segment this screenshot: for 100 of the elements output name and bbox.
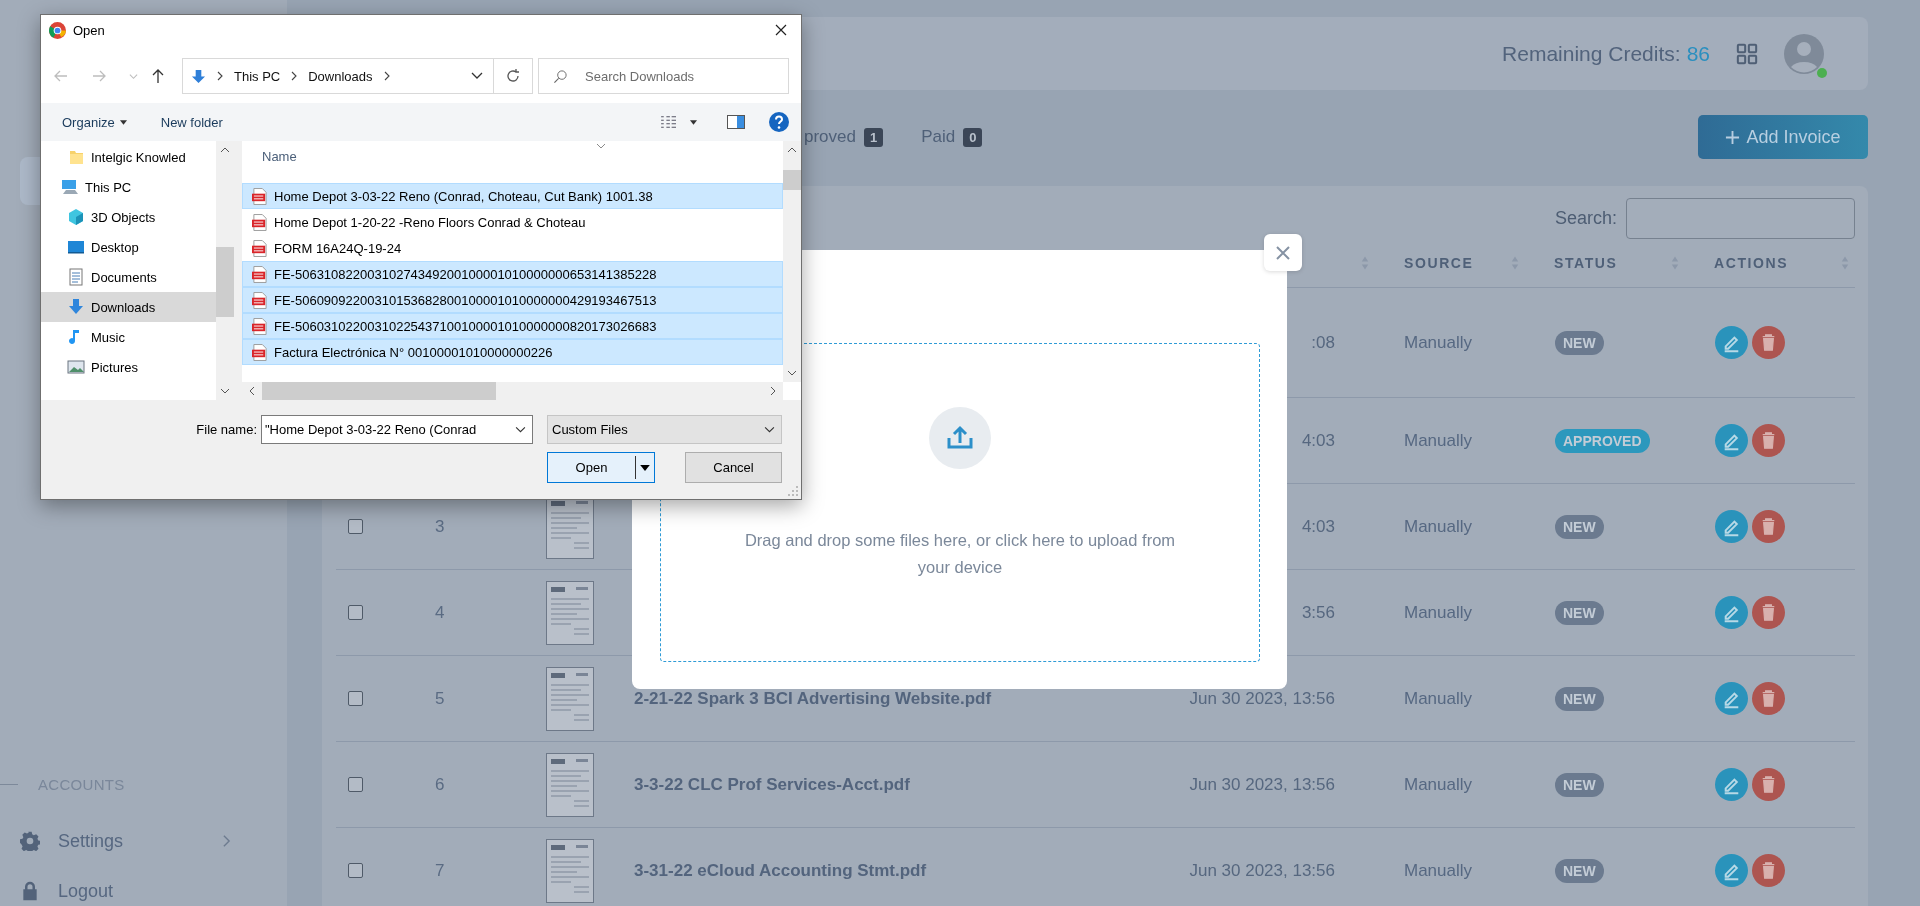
date-cell: :08 <box>1311 332 1335 352</box>
scroll-up-icon[interactable] <box>220 147 230 153</box>
breadcrumb[interactable]: Downloads <box>308 68 373 84</box>
edit-button[interactable] <box>1715 326 1748 359</box>
edit-button[interactable] <box>1715 424 1748 457</box>
open-button[interactable]: Open <box>547 452 655 483</box>
folder-tree-item[interactable]: Documents <box>41 262 216 292</box>
delete-button[interactable] <box>1752 596 1785 629</box>
folder-tree-item[interactable]: Intelgic Knowled <box>41 142 216 172</box>
date-cell: 4:03 <box>1301 516 1335 536</box>
new-folder-button[interactable]: New folder <box>160 114 223 130</box>
status-badge: NEW <box>1555 686 1604 711</box>
search-field[interactable]: Search Downloads <box>538 58 789 94</box>
file-type-dropdown[interactable]: Custom Files <box>547 415 782 444</box>
source-cell: Manually <box>1404 602 1473 622</box>
breadcrumb[interactable]: This PC <box>234 68 281 84</box>
user-avatar-icon[interactable] <box>1784 33 1824 74</box>
close-icon <box>1276 245 1290 260</box>
scroll-up-icon[interactable] <box>787 147 797 153</box>
delete-button[interactable] <box>1752 510 1785 543</box>
chevron-right-icon[interactable] <box>216 71 224 81</box>
edit-button[interactable] <box>1715 510 1748 543</box>
cancel-button[interactable]: Cancel <box>685 452 782 483</box>
folder-tree-item[interactable]: Desktop <box>41 232 216 262</box>
back-arrow-icon[interactable] <box>53 68 69 84</box>
scrollbar[interactable] <box>783 141 801 382</box>
row-checkbox[interactable] <box>348 605 363 620</box>
column-header[interactable]: Name <box>262 148 297 164</box>
row-number: 4 <box>435 602 445 622</box>
file-row[interactable]: Home Depot 3-03-22 Reno (Conrad, Choteau, Cut Bank) 1001.38 <box>242 183 783 209</box>
close-icon[interactable] <box>775 24 787 36</box>
search-field[interactable] <box>1626 198 1855 239</box>
folder-tree-item[interactable]: Pictures <box>41 352 216 382</box>
preview-pane-icon[interactable] <box>727 115 745 129</box>
folder-tree-item[interactable]: Music <box>41 322 216 352</box>
close-button[interactable] <box>1264 234 1302 271</box>
credits-label: Remaining Credits: <box>1502 41 1681 66</box>
row-checkbox[interactable] <box>348 691 363 706</box>
scrollbar-thumb[interactable] <box>216 247 234 317</box>
chevron-right-icon[interactable] <box>290 71 299 81</box>
edit-button[interactable] <box>1715 682 1748 715</box>
row-checkbox[interactable] <box>348 777 363 792</box>
chevron-down-icon <box>515 426 526 433</box>
scroll-down-icon[interactable] <box>787 370 797 376</box>
folder-tree-item[interactable]: This PC <box>41 172 216 202</box>
refresh-icon[interactable] <box>505 68 521 84</box>
file-row[interactable]: FORM 16A24Q-19-24 <box>242 235 783 261</box>
row-number: 5 <box>435 688 445 708</box>
organize-menu[interactable]: Organize <box>62 114 127 130</box>
file-row[interactable]: FE-50603102200310225437100100001010000000820173026683 <box>242 313 783 339</box>
pdf-file-icon <box>252 239 267 257</box>
view-options-icon[interactable] <box>660 115 678 129</box>
file-name-field[interactable]: "Home Depot 3-03-22 Reno (Conrad <box>261 415 533 444</box>
delete-button[interactable] <box>1752 854 1785 887</box>
row-checkbox[interactable] <box>348 519 363 534</box>
status-badge: NEW <box>1555 772 1604 797</box>
scrollbar-thumb[interactable] <box>262 382 496 400</box>
edit-button[interactable] <box>1715 768 1748 801</box>
pdf-file-icon <box>252 213 267 231</box>
gear-icon <box>20 831 40 851</box>
scroll-left-icon[interactable] <box>249 386 255 396</box>
source-cell: Manually <box>1404 430 1473 450</box>
apps-grid-icon[interactable] <box>1736 42 1758 65</box>
cube-icon <box>67 208 85 226</box>
caret-icon <box>119 119 127 125</box>
file-row[interactable]: FE-50631082200310274349200100001010000000653141385228 <box>242 261 783 287</box>
scroll-right-icon[interactable] <box>770 386 776 396</box>
chevron-right-icon[interactable] <box>382 71 391 81</box>
forward-arrow-icon[interactable] <box>91 68 107 84</box>
upload-icon <box>929 407 991 469</box>
status-tab[interactable]: Paid 0 <box>921 127 983 147</box>
status-tab[interactable]: proved 1 <box>804 127 884 147</box>
credits-value: 86 <box>1686 41 1710 66</box>
delete-button[interactable] <box>1752 424 1785 457</box>
scrollbar-thumb[interactable] <box>783 170 801 190</box>
scroll-down-icon[interactable] <box>220 388 230 394</box>
pdf-file-icon <box>252 343 267 361</box>
desktop-icon <box>67 238 85 256</box>
chevron-down-icon[interactable] <box>471 72 483 80</box>
delete-button[interactable] <box>1752 326 1785 359</box>
status-badge: NEW <box>1555 330 1604 355</box>
folder-tree-item[interactable]: 3D Objects <box>41 202 216 232</box>
caret-icon[interactable] <box>690 119 697 125</box>
resize-grip-icon[interactable] <box>788 486 798 496</box>
edit-button[interactable] <box>1715 854 1748 887</box>
address-bar[interactable]: This PC Downloads <box>182 58 533 94</box>
edit-button[interactable] <box>1715 596 1748 629</box>
caret-icon <box>640 464 650 471</box>
row-checkbox[interactable] <box>348 863 363 878</box>
help-icon[interactable] <box>769 112 789 132</box>
up-arrow-icon[interactable] <box>150 68 166 84</box>
chevron-down-icon <box>764 426 775 433</box>
delete-button[interactable] <box>1752 768 1785 801</box>
source-cell: Manually <box>1404 516 1473 536</box>
file-row[interactable]: Factura Electrónica N° 00100001010000000226 <box>242 339 783 365</box>
file-row[interactable]: Home Depot 1-20-22 -Reno Floors Conrad & Choteau <box>242 209 783 235</box>
folder-tree-item[interactable]: Downloads <box>41 292 216 322</box>
file-row[interactable]: FE-50609092200310153682800100001010000000429193467513 <box>242 287 783 313</box>
delete-button[interactable] <box>1752 682 1785 715</box>
upload-prompt: Drag and drop some files here, or click here to upload from your device <box>743 530 1177 578</box>
